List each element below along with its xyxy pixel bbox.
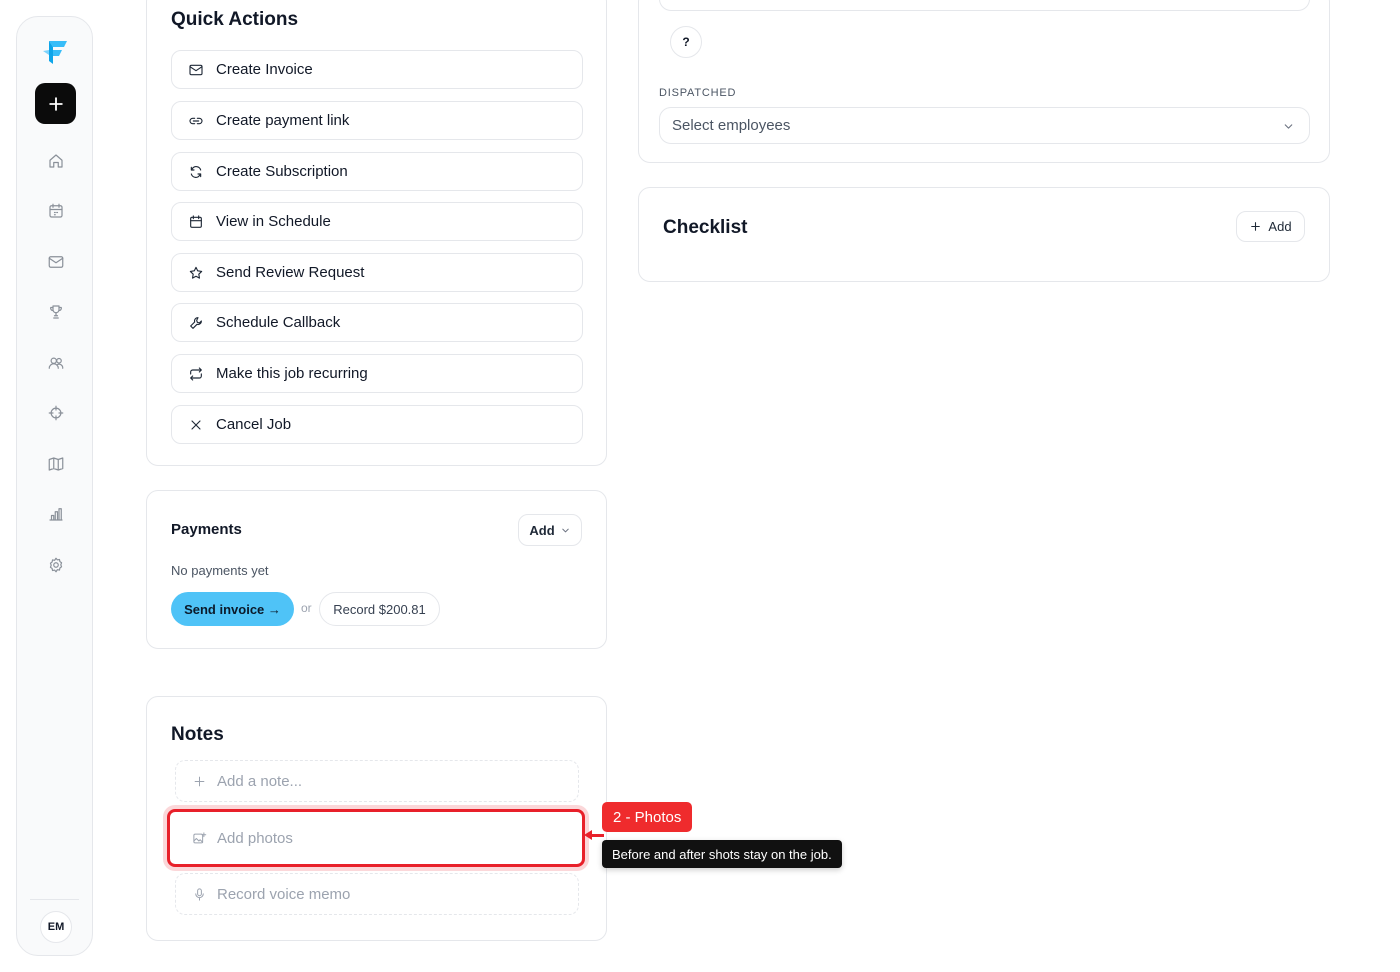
make-job-recurring-button[interactable]: Make this job recurring (171, 354, 583, 393)
add-note-label: Add a note... (217, 772, 303, 790)
record-payment-button[interactable]: Record $200.81 (319, 592, 440, 626)
trophy-icon (50, 305, 62, 319)
create-payment-link-label: Create payment link (216, 112, 350, 129)
quick-actions-card: Quick Actions Create Invoice Create paym… (146, 0, 607, 466)
sidebar-item-home[interactable] (45, 150, 67, 172)
bar-chart-icon (49, 508, 63, 521)
home-icon (49, 154, 63, 168)
create-subscription-button[interactable]: Create Subscription (171, 152, 583, 191)
chevron-down-icon (561, 528, 569, 532)
brand-logo[interactable] (40, 37, 70, 67)
users-icon (48, 357, 64, 369)
payments-empty-text: No payments yet (171, 563, 269, 578)
new-item-button[interactable] (35, 83, 76, 124)
payments-card: Payments Add No payments yet Send invoic… (146, 490, 607, 649)
callout-tooltip: Before and after shots stay on the job. (602, 840, 842, 868)
sidebar-divider (30, 899, 79, 900)
create-invoice-label: Create Invoice (216, 61, 313, 78)
record-voice-memo-button[interactable]: Record voice memo (175, 873, 579, 915)
schedule-callback-button[interactable]: Schedule Callback (171, 303, 583, 342)
cancel-job-label: Cancel Job (216, 416, 292, 433)
add-note-button[interactable]: Add a note... (175, 760, 579, 802)
calendar-icon (49, 203, 63, 218)
refresh-icon (190, 165, 202, 178)
add-checklist-item-button[interactable]: Add (1236, 211, 1305, 242)
sidebar: EM (16, 16, 93, 956)
crosshair-icon (48, 405, 64, 421)
sidebar-item-customers[interactable] (45, 352, 67, 374)
create-invoice-button[interactable]: Create Invoice (171, 50, 583, 89)
callout-arrow-head (584, 830, 592, 840)
make-job-recurring-label: Make this job recurring (216, 365, 368, 382)
job-field-input[interactable] (659, 0, 1310, 11)
chevron-down-icon (1284, 124, 1293, 129)
sidebar-item-schedule[interactable] (45, 200, 67, 222)
close-icon (191, 419, 201, 430)
select-employees-placeholder: Select employees (672, 117, 791, 134)
notes-card: Notes Add a note... Add photos Record vo… (146, 696, 607, 941)
sidebar-item-inbox[interactable] (45, 251, 67, 273)
add-photos-button[interactable]: Add photos (175, 817, 579, 859)
payments-title: Payments (171, 521, 242, 538)
sidebar-item-dispatch[interactable] (45, 402, 67, 424)
or-separator: or (301, 601, 312, 615)
plus-icon (1251, 222, 1261, 231)
sidebar-item-settings[interactable] (45, 554, 67, 576)
add-checklist-label: Add (1268, 219, 1292, 234)
callout-step-badge: 2 - Photos (602, 802, 693, 832)
record-voice-memo-label: Record voice memo (217, 885, 351, 903)
checklist-title: Checklist (663, 217, 748, 238)
quick-actions-title: Quick Actions (171, 9, 299, 30)
sidebar-item-rewards[interactable] (45, 301, 67, 323)
dispatched-label: DISPATCHED (659, 87, 737, 99)
send-review-request-button[interactable]: Send Review Request (171, 253, 583, 292)
map-icon (48, 457, 64, 471)
gear-icon (49, 557, 63, 573)
checklist-card: Checklist Add (638, 187, 1330, 282)
calendar-icon (190, 214, 202, 228)
select-employees-dropdown[interactable]: Select employees (659, 107, 1310, 144)
view-in-schedule-button[interactable]: View in Schedule (171, 202, 583, 241)
notes-title: Notes (171, 724, 224, 745)
mail-icon (48, 256, 64, 268)
add-payment-label: Add (529, 522, 555, 538)
add-photos-label: Add photos (217, 829, 293, 847)
help-button[interactable]: ? (670, 26, 702, 58)
sidebar-item-reports[interactable] (45, 503, 67, 525)
wrench-icon (190, 316, 202, 329)
create-payment-link-button[interactable]: Create payment link (171, 101, 583, 140)
view-in-schedule-label: View in Schedule (216, 213, 331, 230)
mail-icon (189, 64, 203, 75)
sidebar-item-map[interactable] (45, 453, 67, 475)
send-review-request-label: Send Review Request (216, 264, 365, 281)
plus-icon (48, 96, 63, 111)
job-details-card: ? DISPATCHED Select employees (638, 0, 1330, 163)
cancel-job-button[interactable]: Cancel Job (171, 405, 583, 444)
create-subscription-label: Create Subscription (216, 163, 348, 180)
send-invoice-button[interactable]: Send invoice → (171, 592, 294, 626)
avatar[interactable]: EM (40, 911, 72, 943)
add-payment-dropdown[interactable]: Add (518, 514, 582, 546)
repeat-icon (190, 366, 202, 381)
schedule-callback-label: Schedule Callback (216, 314, 341, 331)
link-icon (189, 117, 203, 124)
star-icon (189, 266, 203, 279)
image-plus-icon (193, 831, 207, 843)
microphone-icon (195, 887, 204, 901)
plus-icon (194, 776, 205, 786)
